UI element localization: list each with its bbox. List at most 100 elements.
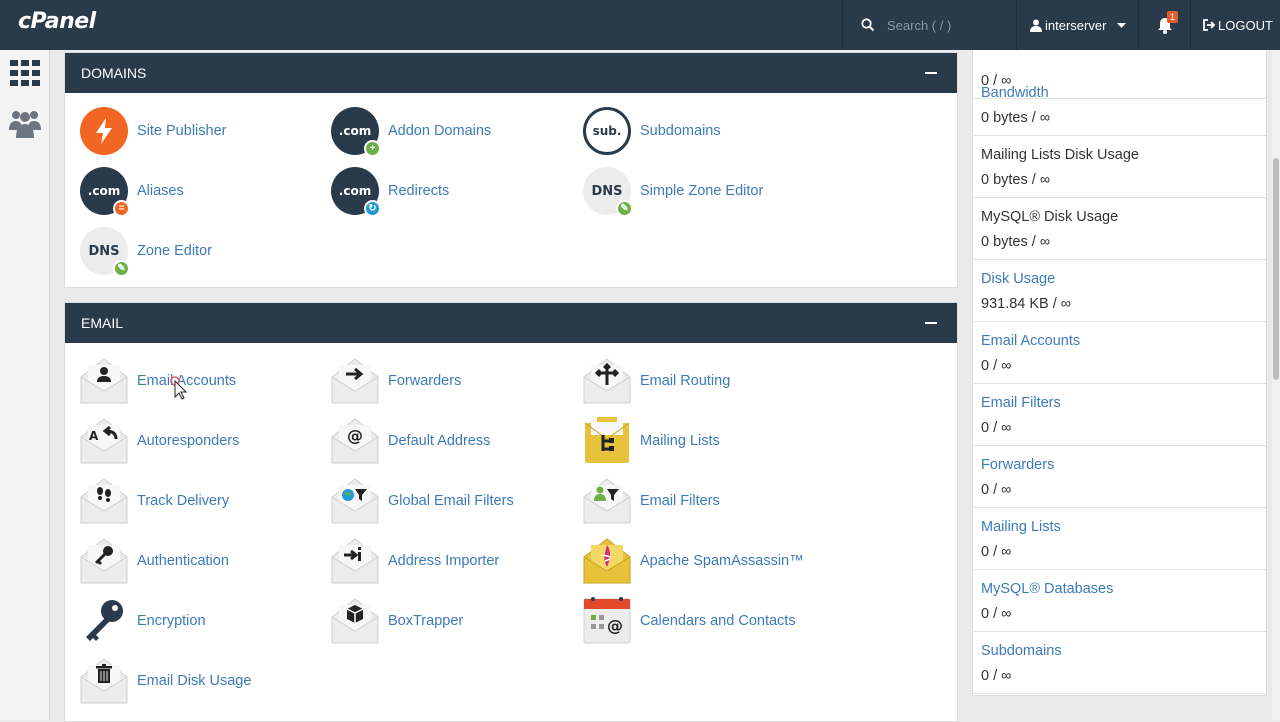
stat-name[interactable]: Email Filters [981,395,1061,411]
home-grid-button[interactable] [9,58,41,88]
item-label: Apache SpamAssassin™ [640,553,804,569]
logout-icon [1203,19,1216,31]
key-link[interactable]: Encryption [80,597,206,645]
domains-panel-header[interactable]: DOMAINS [65,53,957,93]
domains-panel: DOMAINS Site Publisher .com + Addon Doma… [64,52,958,288]
stat-row: Mailing Lists Disk Usage 0 bytes / ∞ [973,136,1266,198]
trash-link[interactable]: Email Disk Usage [80,657,251,705]
notification-badge: 1 [1167,11,1179,23]
mouse-cursor-icon [170,376,188,400]
stat-value: 0 / ∞ [981,420,1012,436]
caret-down-icon [1117,22,1127,28]
stat-name[interactable]: Forwarders [981,457,1054,473]
stat-name[interactable]: Disk Usage [981,271,1055,287]
dotcom-alias-icon: .com = [80,167,130,217]
mailing-lists-icon [583,416,631,465]
global-filters-link[interactable]: Global Email Filters [331,477,514,525]
stat-value: 0 / ∞ [981,358,1012,374]
item-label: Email Routing [640,373,731,389]
stat-value: 0 / ∞ [981,544,1012,560]
email-filters-link[interactable]: Email Filters [583,477,720,525]
simple-zone-editor-link[interactable]: DNS ✎ Simple Zone Editor [583,167,763,217]
dotcom-add-icon: .com + [331,107,381,157]
aliases-link[interactable]: .com = Aliases [80,167,184,217]
item-label: Authentication [137,553,229,569]
cpanel-logo[interactable]: cPanel [18,9,96,34]
dotcom-redirect-icon: .com ↻ [331,167,381,217]
subdomains-link[interactable]: sub. Subdomains [583,107,721,155]
mailing-lists-link[interactable]: Mailing Lists [583,416,720,465]
stat-row: Forwarders 0 / ∞ [973,446,1266,508]
collapse-icon[interactable] [925,322,937,324]
collapse-icon[interactable] [925,72,937,74]
stat-value: 0 / ∞ [981,482,1012,498]
site-publisher-link[interactable]: Site Publisher [80,107,226,155]
redirects-link[interactable]: .com ↻ Redirects [331,167,449,217]
zone-editor-link[interactable]: DNS ✎ Zone Editor [80,227,212,277]
track-delivery-link[interactable]: Track Delivery [80,477,229,525]
item-label: Email Filters [640,493,720,509]
username-label: interserver [1045,17,1107,33]
boxtrapper-icon [331,597,379,645]
scrollbar-thumb[interactable] [1273,158,1279,380]
calendar-icon: @ [583,597,631,645]
email-panel: EMAIL Email Accounts Forwarders Email Rout… [64,302,958,722]
stat-name[interactable]: Subdomains [981,643,1062,659]
forwarders-link[interactable]: Forwarders [331,357,461,405]
users-button[interactable] [9,108,41,138]
stat-row: MySQL® Databases 0 / ∞ [973,570,1266,632]
stat-value: 0 / ∞ [981,606,1012,622]
item-label: Calendars and Contacts [640,613,796,629]
svg-text:@: @ [607,616,623,635]
stat-value: 0 / ∞ [981,668,1012,684]
stat-row: Mailing Lists 0 / ∞ [973,508,1266,570]
dns-edit-icon: DNS ✎ [583,167,633,217]
boxtrapper-link[interactable]: BoxTrapper [331,597,463,645]
item-label: Global Email Filters [388,493,514,509]
address-importer-link[interactable]: Address Importer [331,537,499,585]
spamassassin-link[interactable]: Apache SpamAssassin™ [583,537,804,585]
search-input[interactable] [887,17,1007,33]
page-scrollbar[interactable] [1272,50,1280,720]
user-icon [1030,19,1042,32]
email-filters-icon [583,477,631,525]
item-label: Forwarders [388,373,462,389]
spamassassin-icon [583,537,631,585]
grid-icon [10,60,40,86]
email-routing-icon [583,357,631,405]
stat-name[interactable]: MySQL® Databases [981,581,1113,597]
stat-value: 0 bytes / ∞ [981,110,1051,126]
stat-name[interactable]: Email Accounts [981,333,1080,349]
autoresponders-link[interactable]: A Autoresponders [80,417,239,465]
addon-domains-link[interactable]: .com + Addon Domains [331,107,491,157]
email-panel-header[interactable]: EMAIL [65,303,957,343]
stat-row: MySQL® Disk Usage 0 bytes / ∞ [973,198,1266,260]
authentication-link[interactable]: Authentication [80,537,229,585]
item-label: Track Delivery [137,493,230,509]
item-label: Address Importer [388,553,500,569]
autoresponders-icon: A [80,417,128,465]
stat-name[interactable]: Mailing Lists [981,519,1061,535]
email-accounts-link[interactable]: Email Accounts [80,357,236,405]
stat-row: Email Filters 0 / ∞ [973,384,1266,446]
item-label: Mailing Lists [640,433,720,449]
stat-row: Subdomains 0 / ∞ [973,632,1266,694]
stat-name[interactable]: Bandwidth [981,85,1049,101]
default-address-link[interactable]: @ Default Address [331,417,490,465]
authentication-icon [80,537,128,585]
svg-text:@: @ [347,426,363,445]
global-filters-icon [331,477,379,525]
stat-row: Bandwidth 0 bytes / ∞ [973,74,1266,136]
stat-value: 931.84 KB / ∞ [981,296,1072,312]
logout-label: LOGOUT [1218,17,1273,33]
svg-text:A: A [89,429,99,443]
item-label: BoxTrapper [388,613,464,629]
email-routing-link[interactable]: Email Routing [583,357,730,405]
calendar-link[interactable]: @ Calendars and Contacts [583,597,796,645]
email-title: EMAIL [81,315,124,331]
track-delivery-icon [80,477,128,525]
stat-value: 0 bytes / ∞ [981,172,1051,188]
users-icon [9,111,41,138]
stat-name: Mailing Lists Disk Usage [981,147,1139,163]
side-nav [0,50,50,720]
